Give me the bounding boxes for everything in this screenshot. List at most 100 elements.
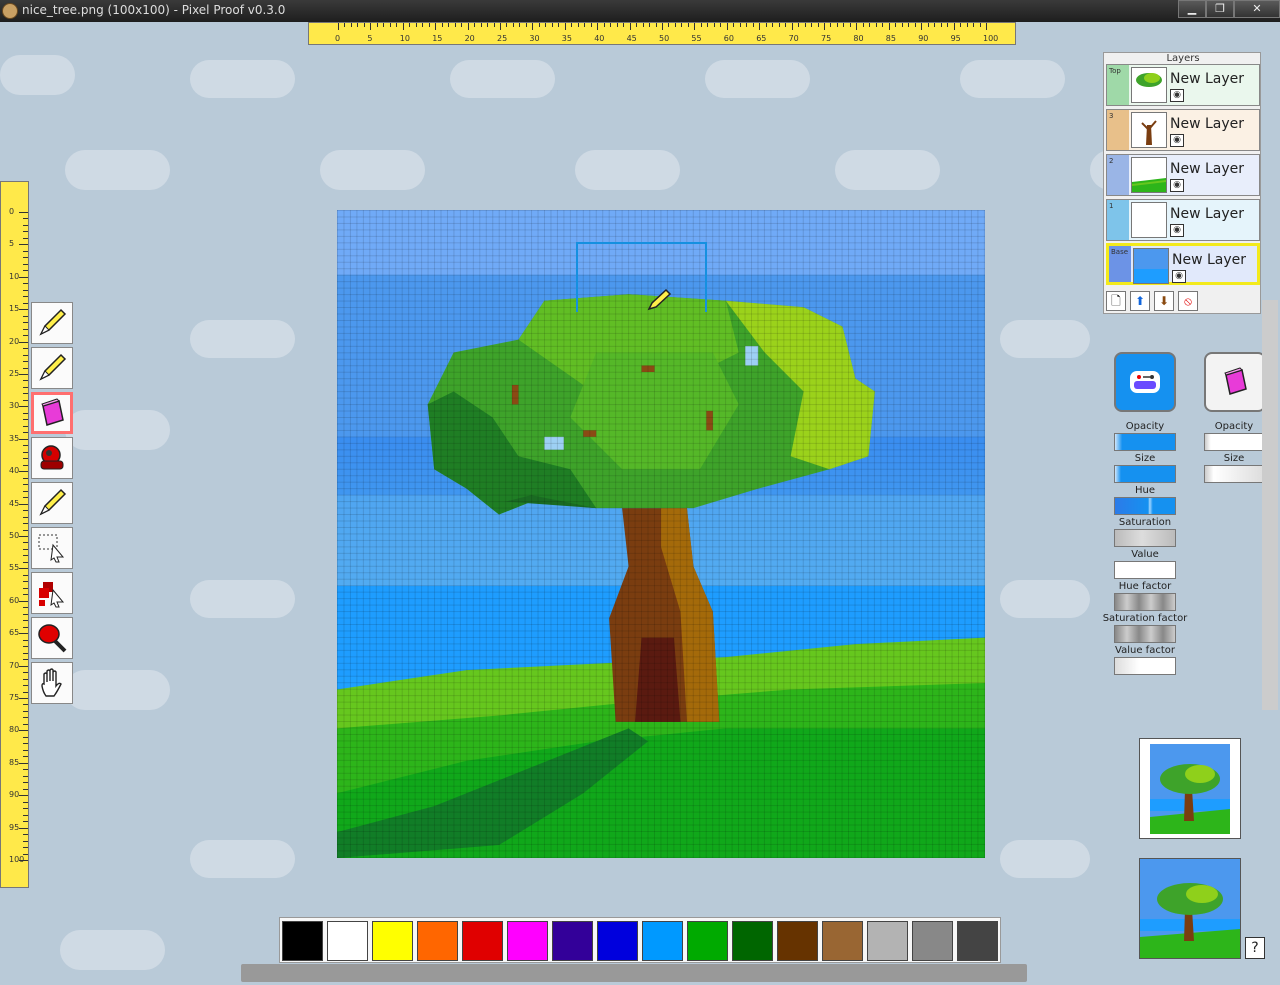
palette-swatch[interactable] [462, 921, 503, 961]
layer-thumbnail [1131, 157, 1167, 193]
ruler-tick [19, 633, 28, 635]
visibility-eye-icon[interactable]: ◉ [1170, 179, 1184, 192]
palette-swatch[interactable] [642, 921, 683, 961]
ruler-tick [23, 736, 28, 738]
secondary-opacity-label: Opacity [1214, 421, 1254, 432]
maximize-button[interactable]: ❐ [1206, 0, 1234, 18]
ruler-tick [23, 464, 28, 466]
hue-slider[interactable] [1114, 497, 1176, 515]
secondary-opacity-slider[interactable] [1204, 433, 1264, 451]
ruler-tick [23, 814, 28, 816]
ruler-tick [830, 23, 832, 27]
layer-base[interactable]: Base New Layer ◉ [1106, 243, 1260, 285]
palette-swatch[interactable] [777, 921, 818, 961]
eraser-tool[interactable] [31, 392, 73, 434]
ruler-label: 80 [853, 34, 864, 43]
opacity-label: Opacity [1125, 421, 1165, 432]
palette-swatch[interactable] [417, 921, 458, 961]
ruler-tick [23, 263, 28, 265]
palette-swatch[interactable] [912, 921, 953, 961]
value-slider[interactable] [1114, 561, 1176, 579]
layer-1[interactable]: 1 New Layer ◉ [1106, 199, 1260, 241]
pencil-tool[interactable] [31, 347, 73, 389]
delete-layer-button[interactable]: ⦸ [1178, 291, 1198, 311]
minimize-button[interactable]: ▁ [1178, 0, 1206, 18]
palette-swatch[interactable] [552, 921, 593, 961]
value-label: Value [1131, 549, 1159, 560]
visibility-eye-icon[interactable]: ◉ [1170, 224, 1184, 237]
secondary-size-label: Size [1223, 453, 1245, 464]
size-slider[interactable] [1114, 465, 1176, 483]
ruler-tick [590, 23, 592, 27]
ruler-tick [875, 23, 877, 27]
primary-brush-button[interactable] [1114, 352, 1176, 412]
ruler-label: 95 [950, 34, 961, 43]
value-factor-slider[interactable] [1114, 657, 1176, 675]
layer-3[interactable]: 3 New Layer ◉ [1106, 109, 1260, 151]
palette-swatch[interactable] [867, 921, 908, 961]
palette-swatch[interactable] [957, 921, 998, 961]
layer-2[interactable]: 2 New Layer ◉ [1106, 154, 1260, 196]
arrow-down-icon: ⬇ [1158, 294, 1170, 308]
palette-swatch[interactable] [687, 921, 728, 961]
fill-tool[interactable] [31, 617, 73, 659]
visibility-eye-icon[interactable]: ◉ [1170, 134, 1184, 147]
ruler-tick [752, 23, 754, 27]
help-button[interactable]: ? [1245, 937, 1265, 959]
saturation-factor-slider[interactable] [1114, 625, 1176, 643]
ruler-tick [23, 587, 28, 589]
ruler-tick [934, 23, 936, 27]
ruler-tick [23, 510, 28, 512]
ruler-tick [409, 23, 411, 27]
select-tool[interactable] [31, 527, 73, 569]
pencil-icon [39, 353, 67, 381]
opacity-slider[interactable] [1114, 433, 1176, 451]
visibility-eye-icon[interactable]: ◉ [1172, 270, 1186, 283]
palette-swatch[interactable] [507, 921, 548, 961]
new-layer-button[interactable]: 🗋 [1106, 291, 1126, 311]
palette-swatch[interactable] [732, 921, 773, 961]
ruler-tick [681, 23, 683, 27]
palette-swatch[interactable] [282, 921, 323, 961]
close-button[interactable]: ✕ [1234, 0, 1280, 18]
palette-swatch[interactable] [372, 921, 413, 961]
secondary-brush-button[interactable] [1204, 352, 1266, 412]
ruler-tick [23, 801, 28, 803]
ruler-tick [19, 212, 28, 213]
palette-swatch[interactable] [327, 921, 368, 961]
secondary-size-slider[interactable] [1204, 465, 1264, 483]
ruler-tick [383, 23, 385, 27]
ruler-tick [19, 600, 28, 602]
fill-icon [38, 624, 67, 653]
pan-tool[interactable] [31, 662, 73, 704]
ruler-tick [914, 23, 916, 27]
layer-name: New Layer [1172, 252, 1247, 268]
move-layer-up-button[interactable]: ⬆ [1130, 291, 1150, 311]
color-picker-tool[interactable] [31, 437, 73, 479]
ruler-tick [23, 432, 28, 434]
visibility-eye-icon[interactable]: ◉ [1170, 89, 1184, 102]
pencil-tool[interactable] [31, 482, 73, 524]
move-tool[interactable] [31, 572, 73, 614]
layer-top[interactable]: Top New Layer ◉ [1106, 64, 1260, 106]
ruler-tick [23, 782, 28, 784]
ruler-tick [23, 840, 28, 842]
ruler-tick [551, 23, 553, 27]
ruler-tick [435, 23, 437, 30]
ruler-tick [23, 685, 28, 687]
ruler-tick [23, 490, 28, 492]
cloud [705, 60, 810, 98]
palette-swatch[interactable] [822, 921, 863, 961]
saturation-slider[interactable] [1114, 529, 1176, 547]
ruler-tick [474, 23, 476, 27]
pencil-tool[interactable] [31, 302, 73, 344]
palette-swatch[interactable] [597, 921, 638, 961]
ruler-tick [23, 224, 28, 226]
ruler-tick [23, 717, 28, 719]
hue-factor-slider[interactable] [1114, 593, 1176, 611]
move-layer-down-button[interactable]: ⬇ [1154, 291, 1174, 311]
horizontal-scrollbar[interactable] [241, 964, 1027, 982]
vertical-scrollbar[interactable] [1262, 300, 1278, 710]
layer-tag: 1 [1107, 200, 1129, 240]
ruler-tick [564, 23, 566, 30]
